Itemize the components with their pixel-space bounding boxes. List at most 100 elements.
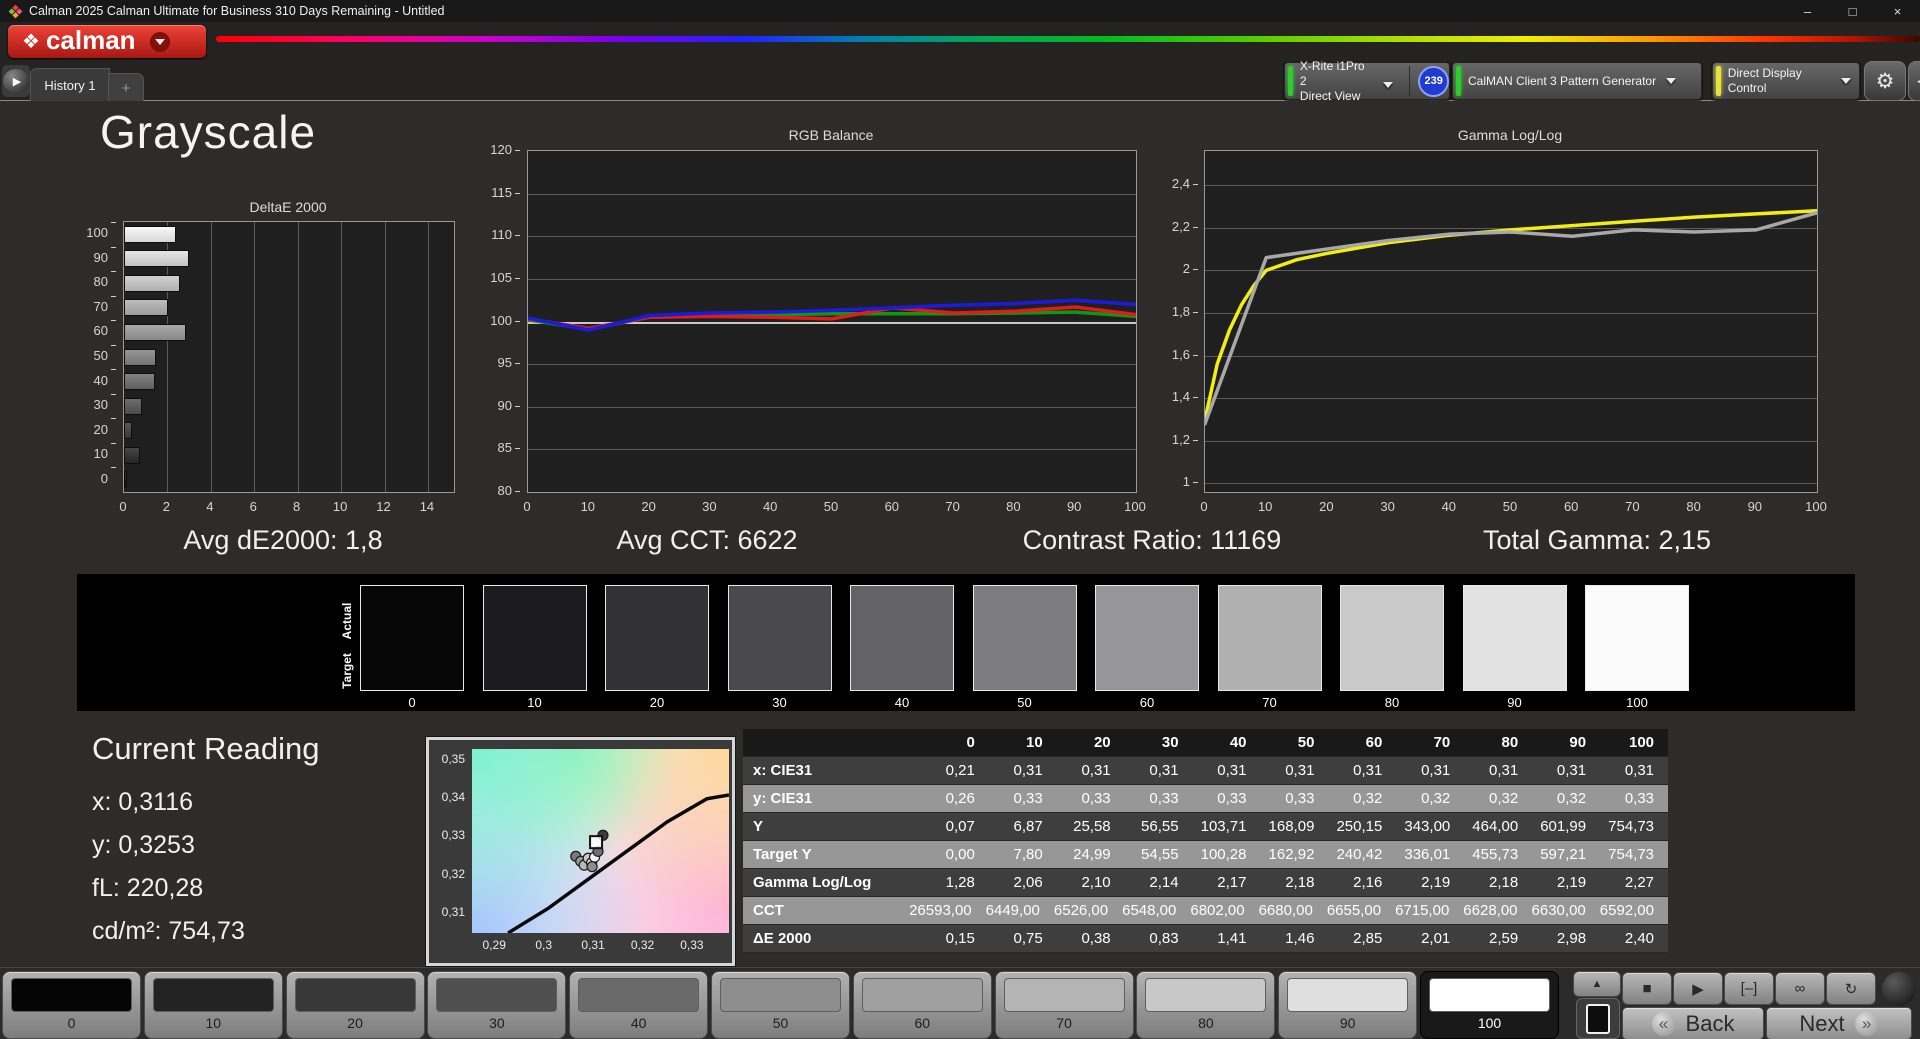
pattern-button-10[interactable]: 10	[143, 971, 283, 1039]
tab-history-1[interactable]: History 1	[30, 68, 110, 102]
swatch-60	[1095, 585, 1199, 691]
table-row: y: CIE31 0,26 0,33 0,33 0,33 0,33 0,33 0,32 0,32…	[743, 785, 1668, 813]
table-cell: 2,16	[1353, 874, 1383, 891]
add-tab-button[interactable]: +	[108, 73, 144, 103]
pattern-button-100[interactable]: 100	[1420, 971, 1559, 1039]
display-status-indicator	[1716, 66, 1721, 96]
pattern-size-button[interactable]: [–]	[1724, 972, 1774, 1005]
swatch-label: 60	[1139, 695, 1155, 710]
x-tick-label: 90	[1747, 499, 1763, 514]
y-tick-label: 1,6	[1171, 346, 1190, 362]
stop-button[interactable]: ■	[1622, 972, 1672, 1005]
swatch-80	[1340, 585, 1444, 691]
table-cell: 2,14	[1149, 874, 1179, 891]
y-tick-label: 1,2	[1171, 431, 1190, 447]
table-cell: 0,75	[1013, 930, 1043, 947]
swatch-90	[1462, 585, 1567, 691]
x-tick-label: 90	[1066, 499, 1082, 514]
x-tick-label: 60	[884, 499, 900, 514]
next-label: Next	[1799, 1010, 1845, 1036]
swatch-label: 40	[894, 695, 910, 710]
y-tick	[515, 491, 520, 492]
table-cell: 2,19	[1556, 874, 1587, 891]
app-window: Calman 2025 Calman Ultimate for Business…	[0, 0, 1920, 1039]
pattern-button-80[interactable]: 80	[1136, 971, 1276, 1039]
pattern-button-40[interactable]: 40	[569, 971, 709, 1039]
next-button[interactable]: Next »	[1766, 1007, 1912, 1039]
play-button[interactable]: ▶	[1673, 972, 1723, 1005]
y-tick	[1193, 397, 1198, 399]
table-cell: 601,99	[1540, 818, 1587, 835]
table-column-header: 90	[1569, 734, 1587, 751]
x-tick-label: 40	[1441, 499, 1457, 514]
table-cell: 0,31	[1421, 762, 1451, 779]
continuous-button[interactable]: ∞	[1775, 972, 1825, 1005]
swatch-label: 90	[1507, 695, 1522, 710]
deltae-bar-30	[124, 397, 143, 415]
table-cell: 0,33	[1624, 790, 1655, 807]
table-cell: 26593,00	[909, 902, 972, 919]
x-tick-label: 70	[945, 499, 960, 514]
pattern-button-50[interactable]: 50	[711, 971, 850, 1039]
close-button[interactable]: ×	[1875, 0, 1920, 22]
rgb-y-axis: 80 85 90 95 100 105 110 115 120	[478, 142, 520, 498]
refresh-button[interactable]: ↻	[1826, 972, 1876, 1005]
pattern-bar: ▲ ■ ▶ [–] ∞ ↻ « Back Next » 0 10 20 30 40 50 60 70 8…	[0, 967, 1920, 1039]
measurement-table: 0 10 20 30 40 50 60 70 80 90 100 x: CIE31 0,21 0,31 0,…	[743, 729, 1668, 953]
pattern-bar-expand-button[interactable]: ▲	[1573, 971, 1621, 997]
table-cell: 2,59	[1488, 930, 1519, 947]
y-tick	[515, 363, 520, 365]
pattern-button-90[interactable]: 90	[1278, 971, 1418, 1039]
settings-button[interactable]: ⚙	[1864, 61, 1906, 101]
row-label: ΔE 2000	[753, 930, 812, 947]
target-square-marker	[589, 835, 604, 850]
y-tick	[1193, 311, 1198, 313]
display-control-dropdown[interactable]: Direct Display Control	[1712, 62, 1860, 100]
row-label: Y	[753, 818, 764, 835]
deltae-chart	[123, 221, 455, 493]
divider	[1409, 66, 1411, 96]
cie-y-tick-label: 0,34	[441, 789, 465, 804]
pattern-button-0[interactable]: 0	[2, 971, 141, 1039]
pattern-label: 0	[67, 1015, 76, 1031]
rgb-balance-chart	[527, 150, 1137, 493]
row-label: Gamma Log/Log	[753, 874, 872, 891]
spectrum-bar	[216, 36, 1920, 42]
session-play-button[interactable]: ▶	[2, 65, 30, 97]
series-green	[528, 310, 1136, 331]
page-title: Grayscale	[100, 106, 317, 158]
pattern-button-70[interactable]: 70	[994, 971, 1134, 1039]
pattern-button-20[interactable]: 20	[285, 971, 425, 1039]
cie-y-tick-label: 0,32	[441, 866, 465, 881]
pattern-window-button[interactable]	[1576, 998, 1620, 1039]
table-cell: 100,28	[1200, 846, 1247, 863]
calman-menu-button[interactable]: ❖ calman	[8, 25, 206, 58]
back-button[interactable]: « Back	[1622, 1007, 1764, 1039]
collapse-panel-button[interactable]: ◀	[1908, 61, 1920, 101]
meter-dropdown[interactable]: X-Rite i1Pro 2 Direct View 239	[1284, 59, 1450, 103]
table-cell: 162,92	[1268, 846, 1315, 863]
cie-y-tick-label: 0,31	[441, 904, 465, 919]
table-column-header: 60	[1365, 734, 1383, 751]
deltae-bar-40	[124, 373, 155, 391]
minimize-button[interactable]: –	[1785, 0, 1830, 22]
meter-count-badge[interactable]: 239	[1418, 65, 1449, 97]
x-tick-label: 10	[1257, 499, 1273, 514]
pattern-label: 80	[1198, 1015, 1214, 1031]
rgb-x-axis: 0 10 20 30 40 50 60 70 80 90 100	[523, 497, 1145, 514]
maximize-button[interactable]: □	[1830, 0, 1875, 22]
table-cell: 2,06	[1013, 874, 1043, 891]
status-orb	[1882, 972, 1916, 1006]
row-label: Target Y	[753, 846, 812, 863]
table-cell: 103,71	[1200, 818, 1247, 835]
y-tick	[111, 442, 116, 444]
gamma-y-axis: 1 1,2 1,4 1,6 1,8 2 2,2 2,4	[1152, 150, 1198, 491]
window-controls: – □ ×	[1785, 0, 1920, 22]
table-cell: 0,31	[1624, 762, 1655, 779]
table-cell: 6526,00	[1053, 902, 1109, 919]
pattern-button-30[interactable]: 30	[427, 971, 567, 1039]
pattern-button-60[interactable]: 60	[852, 971, 992, 1039]
pattern-generator-dropdown[interactable]: CalMAN Client 3 Pattern Generator	[1452, 62, 1702, 100]
deltae-bar-50	[124, 348, 156, 366]
pattern-patch	[720, 978, 841, 1012]
